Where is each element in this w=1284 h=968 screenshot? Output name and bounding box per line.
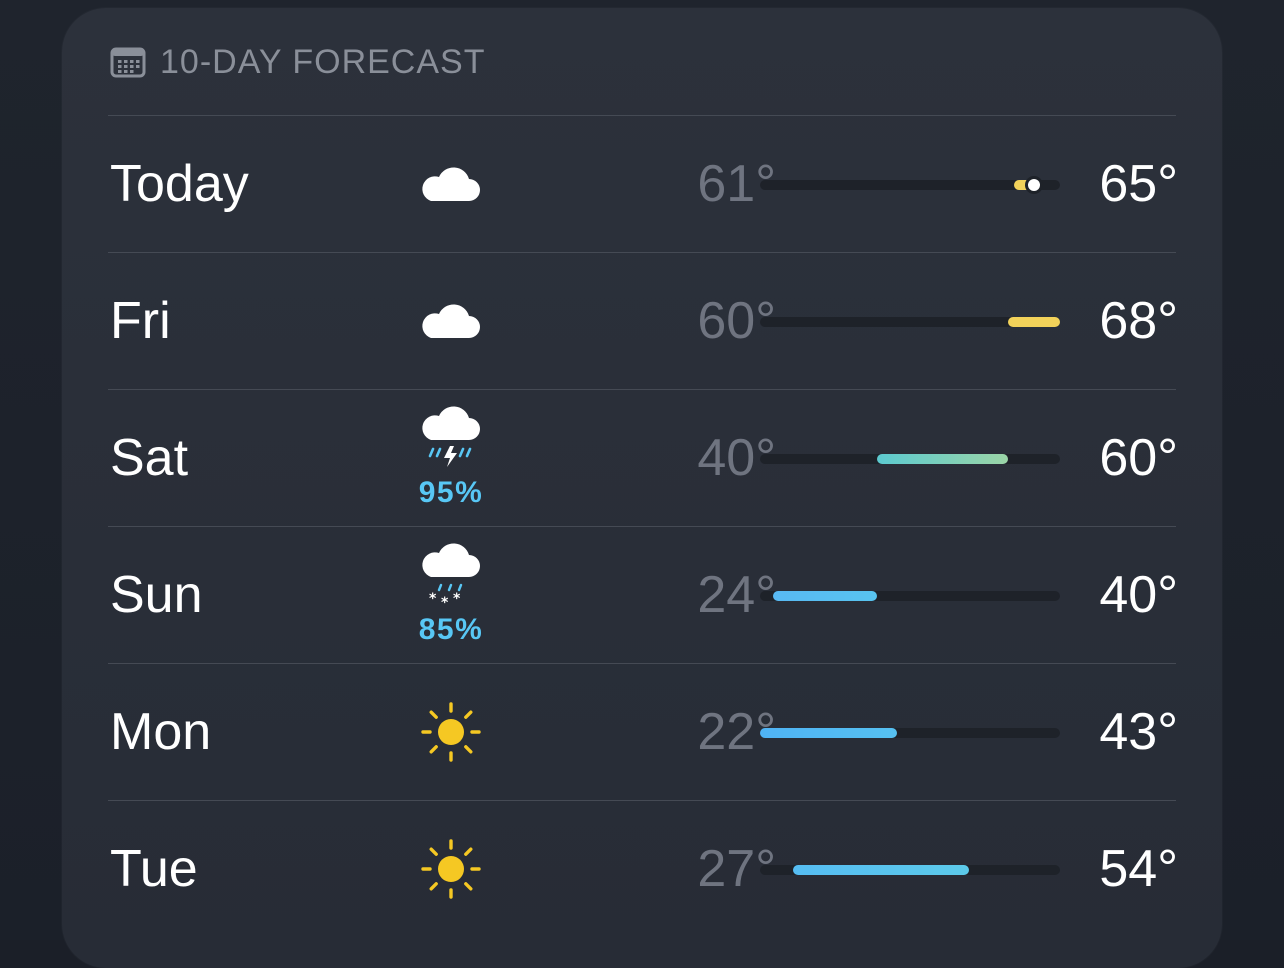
low-temp: 61° <box>697 155 776 213</box>
temperature-range-bar <box>760 454 1060 464</box>
forecast-row-mon[interactable]: Mon 22° 43° <box>108 663 1178 800</box>
condition <box>406 253 496 389</box>
low-temp: 27° <box>697 840 776 898</box>
temperature-range-fill <box>760 728 897 738</box>
high-temp: 43° <box>1099 703 1178 761</box>
precipitation-chance: 85% <box>418 613 484 646</box>
condition <box>406 664 496 800</box>
high-temp: 60° <box>1099 429 1178 487</box>
svg-text:*: * <box>441 595 449 607</box>
calendar-icon <box>110 46 146 78</box>
temperature-range-bar <box>760 728 1060 738</box>
condition: 95% <box>406 390 496 526</box>
day-label: Mon <box>110 703 212 761</box>
day-label: Fri <box>110 292 171 350</box>
temperature-range-bar <box>760 591 1060 601</box>
high-temp: 40° <box>1099 566 1178 624</box>
temperature-range-bar <box>760 317 1060 327</box>
low-temp: 40° <box>697 429 776 487</box>
condition <box>406 116 496 252</box>
condition: * * * 85% <box>406 527 496 663</box>
forecast-row-tue[interactable]: Tue 27° 54° <box>108 800 1178 937</box>
condition <box>406 801 496 937</box>
current-temp-dot <box>1027 179 1040 191</box>
day-label: Sat <box>110 429 189 487</box>
temperature-range-fill <box>1007 317 1060 327</box>
low-temp: 24° <box>697 566 776 624</box>
forecast-row-today[interactable]: Today 61° 65° <box>108 115 1178 252</box>
low-temp: 60° <box>697 292 776 350</box>
svg-text:*: * <box>429 591 437 607</box>
forecast-row-sat[interactable]: Sat 95% 40° 60° <box>108 389 1178 526</box>
high-temp: 65° <box>1099 155 1178 213</box>
forecast-row-fri[interactable]: Fri 60° 68° <box>108 252 1178 389</box>
temperature-range-fill <box>773 591 878 601</box>
forecast-row-sun[interactable]: Sun * * * 85% 24° 40° <box>108 526 1178 663</box>
day-label: Today <box>110 155 249 213</box>
day-label: Tue <box>110 840 198 898</box>
temperature-range-bar <box>760 179 1060 191</box>
high-temp: 68° <box>1099 292 1178 350</box>
low-temp: 22° <box>697 703 776 761</box>
forecast-title: 10-DAY FORECAST <box>160 42 486 81</box>
temperature-range-fill <box>792 865 969 875</box>
forecast-card: 10-DAY FORECAST Today 61° 65° Fri 60° 68° Sat 9… <box>62 8 1222 968</box>
temperature-range-bar <box>760 865 1060 875</box>
day-label: Sun <box>110 566 203 624</box>
high-temp: 54° <box>1099 840 1178 898</box>
svg-text:*: * <box>453 591 461 607</box>
temperature-range-fill <box>877 454 1008 464</box>
precipitation-chance: 95% <box>418 476 484 509</box>
forecast-header: 10-DAY FORECAST <box>110 40 485 84</box>
